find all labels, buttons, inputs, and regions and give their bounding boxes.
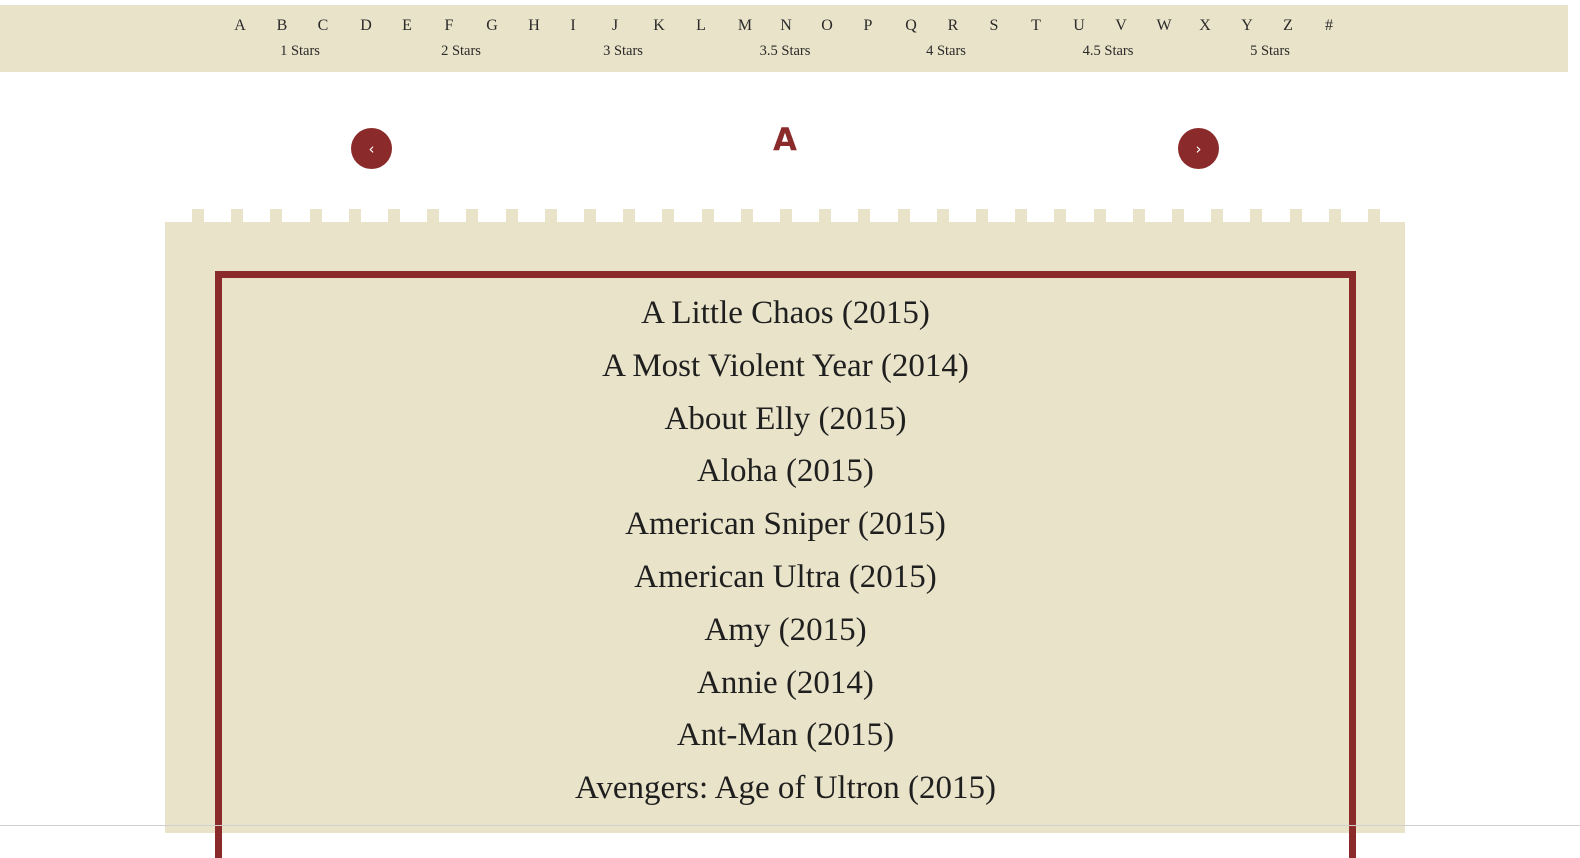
paper-notch (897, 209, 910, 223)
paper-notch (623, 209, 636, 223)
chevron-left-icon: ‹ (368, 139, 375, 158)
paper-notch (231, 209, 244, 223)
movie-item[interactable]: A Little Chaos (2015) (222, 290, 1349, 343)
rating-link[interactable]: 5 Stars (1250, 43, 1290, 60)
movie-item[interactable]: Aloha (2015) (222, 448, 1349, 501)
rating-link[interactable]: 3.5 Stars (760, 43, 811, 60)
paper-notch (1054, 209, 1067, 223)
paper-notch (466, 209, 479, 223)
movie-item[interactable]: Avengers: Age of Ultron (2015) (222, 765, 1349, 818)
movie-item[interactable]: American Sniper (2015) (222, 501, 1349, 554)
rating-link[interactable]: 1 Stars (280, 43, 320, 60)
movie-list: A Little Chaos (2015) A Most Violent Yea… (222, 290, 1349, 818)
paper-notch (427, 209, 440, 223)
movie-item[interactable]: American Ultra (2015) (222, 554, 1349, 607)
movie-item[interactable]: Ant-Man (2015) (222, 712, 1349, 765)
paper-notch (270, 209, 283, 223)
paper-notch (819, 209, 832, 223)
rating-link[interactable]: 2 Stars (441, 43, 481, 60)
paper-notch (1368, 209, 1380, 223)
paper-notch (309, 209, 322, 223)
paper-notch (584, 209, 596, 223)
paper-notch (936, 209, 949, 223)
previous-letter-button[interactable]: ‹ (351, 128, 392, 169)
paper-notch (1289, 209, 1302, 223)
movie-item[interactable]: Amy (2015) (222, 607, 1349, 660)
paper-notch (662, 209, 675, 223)
paper-notch (701, 209, 714, 223)
top-navigation-bar: A B C D E F G H I J K L M N O P Q R S T U V W X Y Z # 1 Stars 2 Sta… (0, 5, 1568, 72)
paper-notch (740, 209, 753, 223)
paper-notch (1250, 209, 1263, 223)
paper-notch (976, 209, 988, 223)
paper-notch (1172, 209, 1184, 223)
paper-notch (348, 209, 361, 223)
paper-notch (505, 209, 518, 223)
paper-notch (1328, 209, 1341, 223)
movie-item[interactable]: A Most Violent Year (2014) (222, 343, 1349, 396)
rating-link[interactable]: 3 Stars (603, 43, 643, 60)
paper-notch (1015, 209, 1028, 223)
paper-notch (1093, 209, 1106, 223)
movie-item[interactable]: Annie (2014) (222, 660, 1349, 713)
rating-nav: 1 Stars 2 Stars 3 Stars 3.5 Stars 4 Stars 4.5… (0, 5, 1568, 72)
paper-notch (388, 209, 400, 223)
bottom-divider (0, 825, 1580, 826)
rating-link[interactable]: 4 Stars (926, 43, 966, 60)
paper-notch (858, 209, 871, 223)
paper-notched-edge (165, 209, 1405, 223)
paper-notch (192, 209, 204, 223)
movie-list-frame: A Little Chaos (2015) A Most Violent Yea… (215, 271, 1356, 858)
chevron-right-icon: › (1195, 139, 1202, 158)
paper-notch (1132, 209, 1145, 223)
next-letter-button[interactable]: › (1178, 128, 1219, 169)
paper-notch (1211, 209, 1224, 223)
paper-notch (780, 209, 792, 223)
current-letter-heading: A (773, 122, 797, 158)
movie-list-panel: A Little Chaos (2015) A Most Violent Yea… (165, 222, 1405, 858)
rating-link[interactable]: 4.5 Stars (1083, 43, 1134, 60)
movie-item[interactable]: About Elly (2015) (222, 396, 1349, 449)
paper-notch (544, 209, 557, 223)
